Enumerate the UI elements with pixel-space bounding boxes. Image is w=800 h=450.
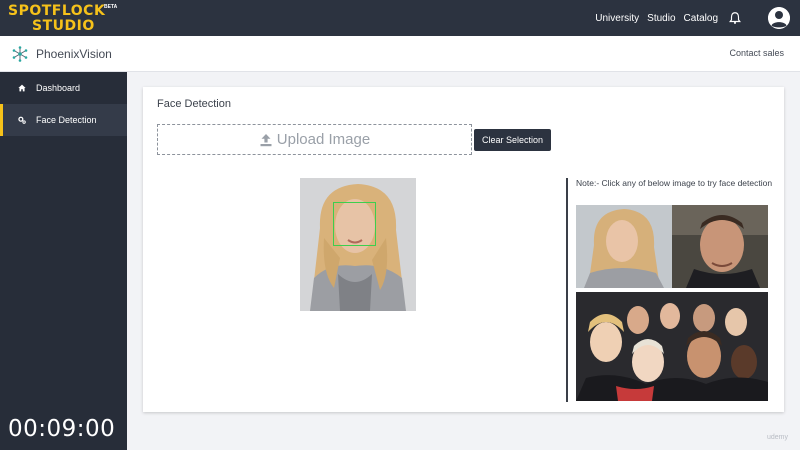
logo-line2: STUDIO bbox=[32, 18, 95, 34]
nav-link-catalog[interactable]: Catalog bbox=[684, 13, 718, 24]
upload-label: Upload Image bbox=[276, 131, 371, 148]
top-navbar: SPOTFLOCK STUDIO BETA University Studio … bbox=[0, 0, 800, 36]
sidebar-item-label: Face Detection bbox=[36, 115, 97, 125]
upload-icon bbox=[260, 133, 272, 146]
note-divider bbox=[566, 178, 568, 402]
sample-image-man[interactable] bbox=[672, 205, 768, 288]
sample-image-group-selfie[interactable] bbox=[576, 292, 768, 401]
sidebar-item-label: Dashboard bbox=[36, 83, 81, 93]
face-detection-box bbox=[333, 202, 376, 246]
network-nodes-icon bbox=[12, 46, 28, 62]
logo-line1: SPOTFLOCK bbox=[8, 3, 106, 19]
sidebar-item-dashboard[interactable]: Dashboard bbox=[0, 72, 127, 104]
sidebar: Dashboard Face Detection bbox=[0, 72, 127, 450]
nav-links: University Studio Catalog bbox=[595, 0, 742, 36]
video-timer: 00:09:00 bbox=[8, 416, 116, 442]
gears-icon bbox=[18, 116, 26, 124]
udemy-watermark: udemy bbox=[766, 434, 788, 441]
sample-images-note: Note:- Click any of below image to try f… bbox=[576, 178, 773, 188]
nav-link-university[interactable]: University bbox=[595, 13, 639, 24]
spotflock-studio-logo[interactable]: SPOTFLOCK STUDIO BETA bbox=[8, 4, 118, 34]
page-title: Face Detection bbox=[157, 98, 231, 110]
selected-image bbox=[300, 178, 416, 311]
sample-image-woman[interactable] bbox=[576, 205, 672, 288]
home-icon bbox=[18, 84, 26, 92]
sidebar-item-face-detection[interactable]: Face Detection bbox=[0, 104, 127, 136]
bell-icon[interactable] bbox=[728, 11, 742, 25]
nav-link-studio[interactable]: Studio bbox=[647, 13, 675, 24]
product-header: PhoenixVision Contact sales bbox=[0, 36, 800, 72]
user-avatar-icon[interactable] bbox=[768, 7, 790, 29]
face-detection-panel: Face Detection Upload Image Clear Select… bbox=[143, 87, 784, 412]
contact-sales-link[interactable]: Contact sales bbox=[729, 48, 784, 58]
beta-badge: BETA bbox=[104, 4, 118, 10]
clear-selection-button[interactable]: Clear Selection bbox=[474, 129, 551, 151]
upload-image-dropzone[interactable]: Upload Image bbox=[157, 124, 472, 155]
product-name: PhoenixVision bbox=[36, 47, 112, 61]
